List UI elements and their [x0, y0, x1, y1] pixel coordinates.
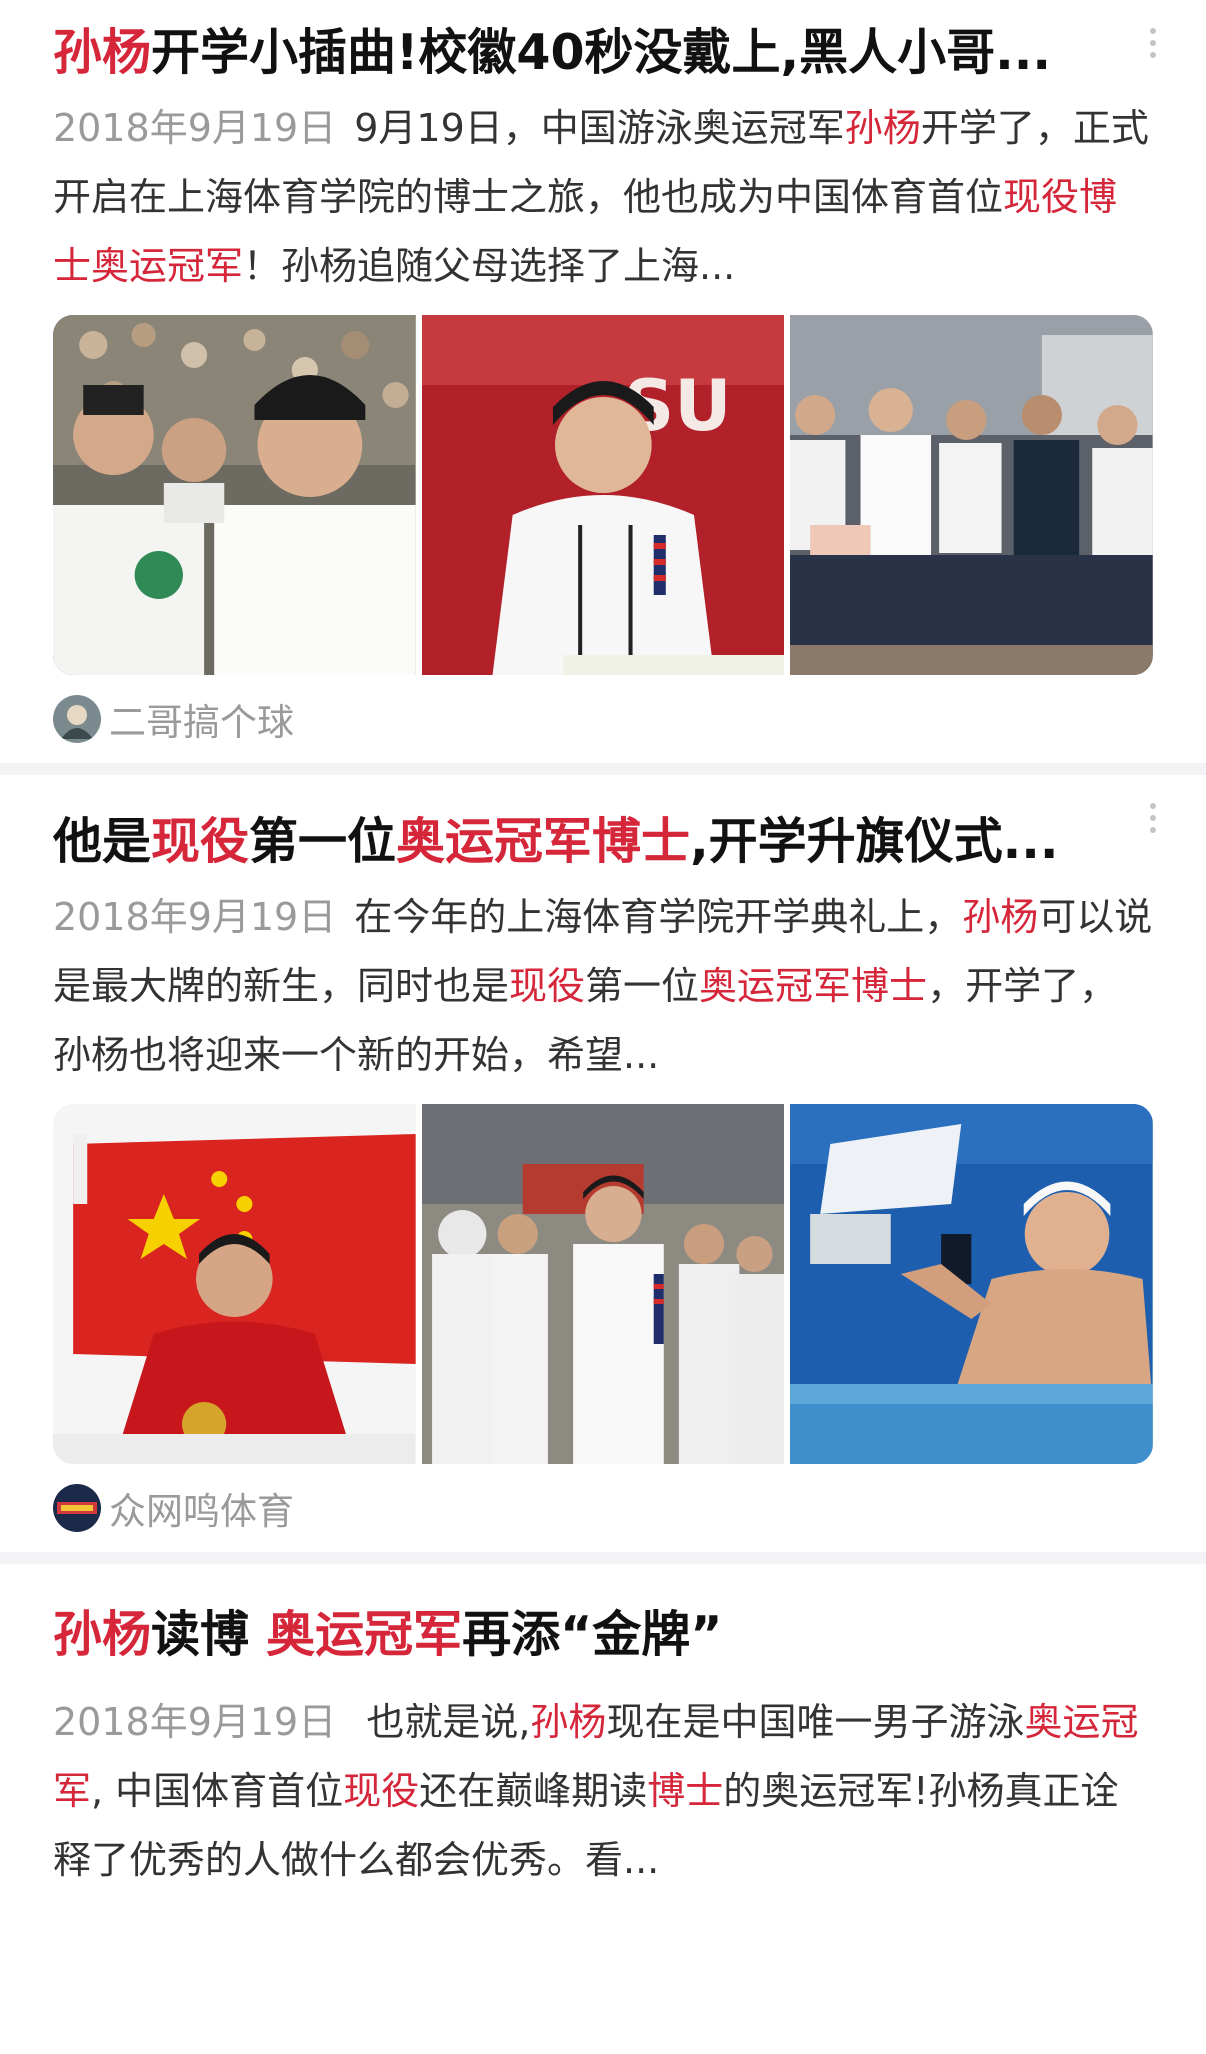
summary-highlight: 现役 — [509, 964, 586, 1008]
title-highlight: 现役 — [151, 813, 250, 870]
article-date: 2018年9月19日 — [53, 1700, 337, 1744]
summary-text: 在今年的上海体育学院开学典礼上， — [354, 895, 963, 939]
title-highlight: 奥运冠军 — [266, 1606, 463, 1663]
flag-celebration-photo[interactable] — [53, 1104, 416, 1464]
title-text: 读博 — [151, 1606, 267, 1663]
summary-text: 也就是说, — [354, 1700, 531, 1744]
summary-text: ！孙杨追随父母选择了上海... — [243, 244, 736, 288]
pool-celebration-photo[interactable] — [790, 1104, 1153, 1464]
summary-text: 第一位 — [585, 964, 700, 1008]
summary-text: , 中国体育首位 — [91, 1769, 344, 1813]
article-footer: 众网鸣体育 — [53, 803, 1156, 1552]
card-separator — [0, 761, 1206, 775]
title-highlight: 孙杨 — [53, 1606, 152, 1663]
summary-highlight: 孙杨 — [844, 106, 921, 150]
seated-audience-photo[interactable] — [790, 315, 1153, 675]
title-highlight: 孙杨 — [53, 24, 152, 81]
title-highlight: 奥运冠军博士 — [396, 813, 691, 870]
article-date: 2018年9月19日 — [53, 895, 337, 939]
title-text: 第一位 — [249, 813, 397, 870]
summary-highlight: 孙杨 — [530, 1700, 607, 1744]
article-date: 2018年9月19日 — [53, 106, 337, 150]
summary-highlight: 孙杨 — [962, 895, 1039, 939]
article-title[interactable]: 他是现役第一位奥运冠军博士,开学升旗仪式... — [53, 811, 1153, 873]
article-summary: 2018年9月19日 也就是说,孙杨现在是中国唯一男子游泳奥运冠军, 中国体育首… — [53, 1688, 1153, 1895]
source-name[interactable]: 二哥搞个球 — [109, 692, 294, 746]
source-avatar-icon[interactable] — [53, 1484, 101, 1532]
title-text: 开学小插曲!校徽40秒没戴上,黑人小哥... — [151, 24, 1052, 81]
speech-at-podium-photo[interactable]: SU — [421, 315, 785, 675]
summary-highlight: 奥运冠军博士 — [699, 964, 928, 1008]
article-title[interactable]: 孙杨开学小插曲!校徽40秒没戴上,黑人小哥... — [53, 22, 1153, 84]
source-name[interactable]: 众网鸣体育 — [109, 1481, 294, 1535]
more-options-icon[interactable] — [1148, 803, 1158, 833]
article-footer: 二哥搞个球 — [53, 28, 1156, 763]
article-title[interactable]: 孙杨读博 奥运冠军再添“金牌” — [53, 1604, 1153, 1666]
title-text: 再添“金牌” — [462, 1606, 723, 1663]
athletes-in-white-shirts-stands-photo[interactable] — [53, 315, 416, 675]
source-avatar-icon[interactable] — [53, 695, 101, 743]
more-options-icon[interactable] — [1148, 28, 1158, 58]
article-summary: 2018年9月19日 在今年的上海体育学院开学典礼上，孙杨可以说是最大牌的新生，同… — [53, 883, 1153, 1090]
news-card[interactable]: 他是现役第一位奥运冠军博士,开学升旗仪式... 2018年9月19日 在今年的上海… — [0, 775, 1206, 1552]
summary-text: 9月19日，中国游泳奥运冠军 — [354, 106, 845, 150]
image-strip[interactable]: SU — [53, 315, 1153, 675]
summary-highlight: 现役 — [343, 1769, 420, 1813]
flag-ceremony-photo[interactable] — [421, 1104, 785, 1464]
article-summary: 2018年9月19日 9月19日，中国游泳奥运冠军孙杨开学了，正式开启在上海体育学… — [53, 94, 1153, 301]
summary-text: 现在是中国唯一男子游泳 — [606, 1700, 1025, 1744]
news-card[interactable]: 孙杨读博 奥运冠军再添“金牌” 2018年9月19日 也就是说,孙杨现在是中国唯… — [0, 1564, 1206, 1895]
title-text: ,开学升旗仪式... — [690, 813, 1059, 870]
title-text: 他是 — [53, 813, 152, 870]
card-separator — [0, 1550, 1206, 1564]
summary-highlight: 博士 — [647, 1769, 724, 1813]
news-card[interactable]: 孙杨开学小插曲!校徽40秒没戴上,黑人小哥... 2018年9月19日 9月19日… — [0, 0, 1206, 763]
image-strip[interactable] — [53, 1104, 1153, 1464]
summary-text: 还在巅峰期读 — [419, 1769, 648, 1813]
